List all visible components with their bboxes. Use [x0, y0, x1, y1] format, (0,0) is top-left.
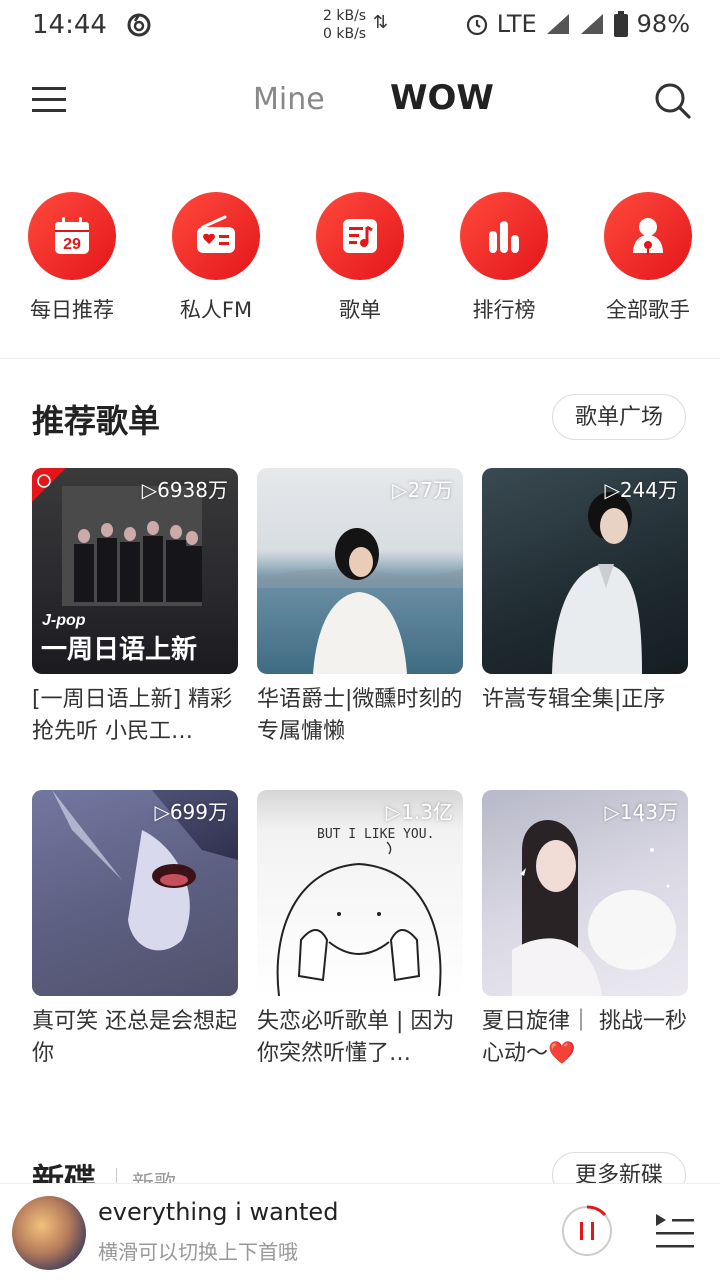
status-right: LTE 98%	[465, 10, 690, 38]
chart-icon	[489, 221, 519, 253]
top-nav: Mine WOW	[0, 70, 720, 130]
quick-all-singers[interactable]: 全部歌手	[576, 192, 720, 324]
playlist-card[interactable]: ▷143万 夏日旋律｜ 挑战一秒心动～❤️	[482, 790, 688, 1070]
playlist-icon	[343, 219, 377, 253]
singer-icon	[633, 218, 663, 255]
status-time: 14:44	[32, 10, 107, 40]
quick-charts[interactable]: 排行榜	[432, 192, 576, 324]
section-title-recommended: 推荐歌单	[32, 402, 161, 440]
playlist-card[interactable]: BUT I LIKE YOU. ▷1.3亿 失恋必听歌单 | 因为你突然听懂了…	[257, 790, 463, 1070]
menu-icon[interactable]	[32, 84, 66, 114]
playlist-title: 许嵩专辑全集|正序	[482, 687, 666, 712]
battery-level: 98%	[636, 10, 690, 38]
now-playing-cover[interactable]	[12, 1196, 86, 1270]
signal-icon-2	[580, 14, 603, 34]
playlist-cover: BUT I LIKE YOU. ▷1.3亿	[257, 790, 463, 996]
calendar-icon: 29	[55, 217, 89, 254]
playlist-cover: ▷699万	[32, 790, 238, 996]
playlist-square-button[interactable]: 歌单广场	[552, 394, 686, 440]
playlist-card[interactable]: ▷699万 真可笑 还总是会想起你	[32, 790, 238, 1070]
quick-actions: 29 每日推荐 私人FM 歌单 排行榜 全部歌手	[0, 192, 720, 332]
network-type: LTE	[496, 10, 537, 38]
mini-player[interactable]: everything i wanted 横滑可以切换上下首哦	[0, 1183, 720, 1281]
cover-text: 一周日语上新	[41, 634, 197, 665]
playlist-card[interactable]: ▷27万 华语爵士|微醺时刻的专属慵懒	[257, 468, 463, 748]
quick-label: 全部歌手	[606, 298, 690, 322]
cover-text: BUT I LIKE YOU.	[317, 827, 434, 842]
play-count: ▷143万	[604, 800, 678, 824]
quick-label: 每日推荐	[30, 298, 114, 322]
alarm-icon	[466, 14, 487, 36]
quick-label: 歌单	[339, 298, 381, 322]
playlist-card[interactable]: ▷244万 许嵩专辑全集|正序	[482, 468, 688, 748]
playlist-title: 华语爵士|微醺时刻的专属慵懒	[257, 687, 463, 744]
radio-icon	[197, 215, 235, 253]
playlist-cover: ▷244万	[482, 468, 688, 674]
now-playing-hint: 横滑可以切换上下首哦	[98, 1240, 298, 1264]
data-transfer-icon: ⇅	[373, 12, 389, 33]
playlist-title: 夏日旋律｜ 挑战一秒心动～❤️	[482, 1009, 687, 1066]
calendar-date: 29	[63, 236, 81, 253]
network-speed: 2 kB/s 0 kB/s	[323, 8, 367, 42]
quick-label: 私人FM	[179, 298, 253, 322]
play-count: ▷244万	[604, 478, 678, 502]
battery-icon	[613, 11, 628, 37]
play-count: ▷27万	[392, 478, 453, 502]
tab-mine[interactable]: Mine	[253, 82, 325, 117]
quick-private-fm[interactable]: 私人FM	[144, 192, 288, 324]
playlist-title: 失恋必听歌单 | 因为你突然听懂了…	[257, 1009, 455, 1066]
play-count: ▷6938万	[141, 478, 228, 502]
status-bar: 14:44 2 kB/s 0 kB/s ⇅ LTE 98%	[0, 0, 720, 50]
quick-daily-recommend[interactable]: 29 每日推荐	[0, 192, 144, 324]
quick-label: 排行榜	[472, 298, 536, 322]
play-count: ▷699万	[154, 800, 228, 824]
playlist-cover: ▷27万	[257, 468, 463, 674]
now-playing-title: everything i wanted	[98, 1198, 339, 1226]
search-icon[interactable]	[652, 80, 692, 120]
playlist-queue-icon[interactable]	[654, 1210, 696, 1252]
playlist-cover: ▷143万	[482, 790, 688, 996]
playlist-card[interactable]: J-pop 一周日语上新 ▷6938万 [一周日语上新] 精彩抢先听 小民工…	[32, 468, 238, 748]
playlist-cover: J-pop 一周日语上新 ▷6938万	[32, 468, 238, 674]
signal-icon	[546, 14, 569, 34]
tab-wow[interactable]: WOW	[390, 78, 494, 118]
divider	[0, 358, 720, 359]
netease-notification-icon	[127, 13, 151, 37]
play-count: ▷1.3亿	[385, 800, 453, 824]
playlist-title: [一周日语上新] 精彩抢先听 小民工…	[32, 687, 233, 744]
quick-playlist[interactable]: 歌单	[288, 192, 432, 324]
pause-icon[interactable]	[560, 1204, 614, 1258]
cover-tag: J-pop	[42, 612, 86, 629]
playlist-title: 真可笑 还总是会想起你	[32, 1009, 237, 1066]
